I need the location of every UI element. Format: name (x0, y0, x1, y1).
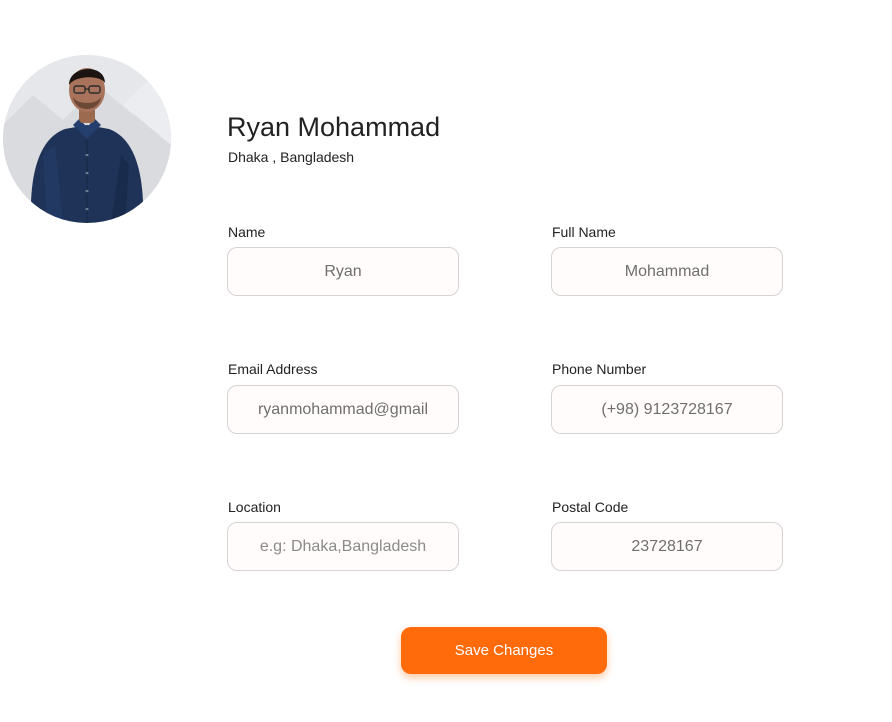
location-label: Location (228, 499, 281, 515)
profile-photo (3, 55, 171, 223)
email-label: Email Address (228, 361, 318, 377)
phone-input[interactable] (551, 385, 783, 434)
name-input[interactable] (227, 247, 459, 296)
name-label: Name (228, 224, 266, 240)
email-input[interactable] (227, 385, 459, 434)
location-input[interactable] (227, 522, 459, 571)
postal-code-label: Postal Code (552, 499, 629, 515)
postal-code-input[interactable] (551, 522, 783, 571)
phone-label: Phone Number (552, 361, 647, 377)
full-name-input[interactable] (551, 247, 783, 296)
profile-name: Ryan Mohammad (227, 112, 441, 142)
full-name-label: Full Name (552, 224, 616, 240)
avatar (3, 55, 171, 223)
profile-location: Dhaka , Bangladesh (228, 149, 355, 165)
save-changes-button[interactable]: Save Changes (401, 627, 607, 674)
